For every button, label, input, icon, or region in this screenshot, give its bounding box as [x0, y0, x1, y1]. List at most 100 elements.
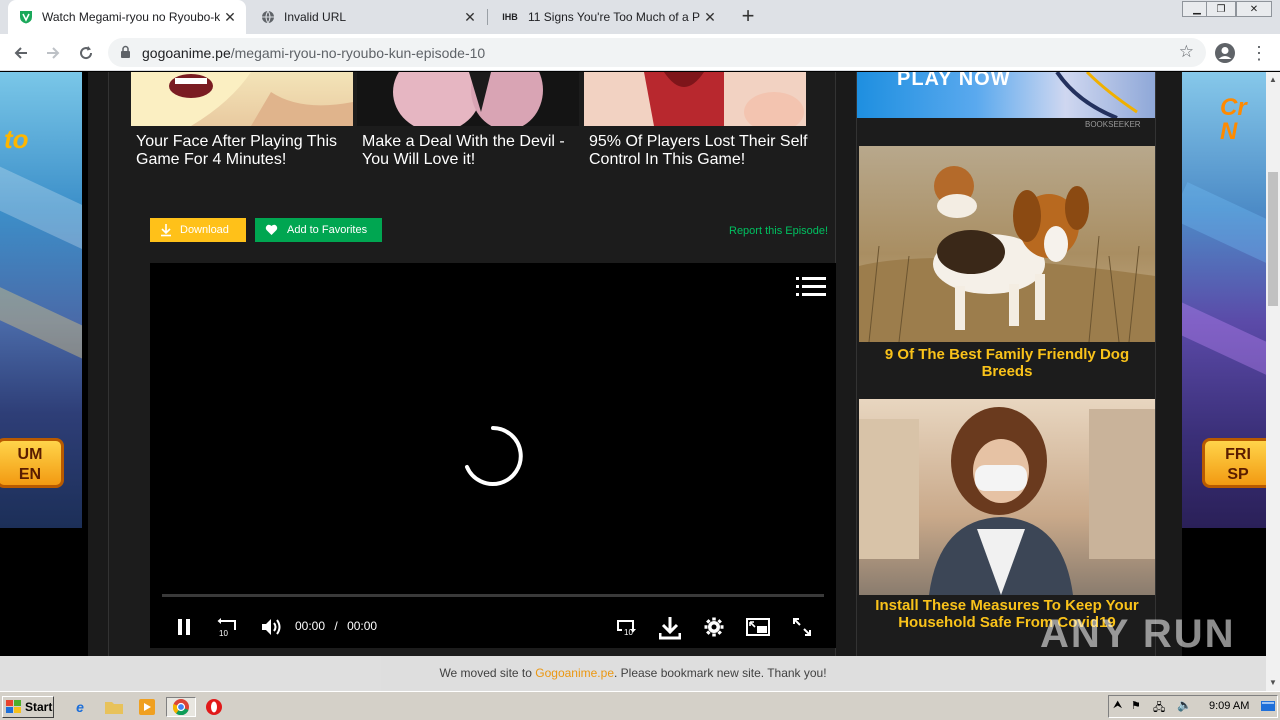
scrollbar-thumb[interactable]	[1268, 172, 1278, 306]
url-domain: gogoanime.pe	[142, 45, 231, 61]
scroll-up-icon[interactable]: ▲	[1269, 75, 1277, 84]
url-text: gogoanime.pe/megami-ryou-no-ryoubo-kun-e…	[142, 45, 485, 61]
restore-window-icon[interactable]: ❐	[1206, 1, 1236, 17]
notice-text: We moved site to Gogoanime.pe. Please bo…	[0, 666, 1266, 680]
speaker-icon[interactable]: 🔈	[1177, 698, 1192, 712]
tab-separator	[487, 9, 488, 25]
fullscreen-icon[interactable]	[790, 615, 814, 639]
ad-logo-text: Cr N	[1220, 94, 1247, 145]
media-player-icon[interactable]	[137, 697, 157, 717]
menu-kebab-icon[interactable]: ⋮	[1246, 40, 1272, 66]
picture-in-picture-icon[interactable]	[746, 615, 770, 639]
globe-icon	[260, 9, 276, 25]
profile-icon[interactable]	[1212, 40, 1238, 66]
time-separator: /	[334, 619, 338, 633]
notice-prefix: We moved site to	[439, 666, 536, 680]
favorites-label: Add to Favorites	[287, 224, 368, 236]
tab-11-signs[interactable]: IHB 11 Signs You're Too Much of a Perfe …	[490, 0, 726, 34]
page-scrollbar[interactable]: ▲ ▼	[1266, 72, 1280, 691]
main-wrapper: Your Face After Playing This Game For 4 …	[88, 72, 1182, 656]
new-tab-button[interactable]: +	[736, 5, 760, 28]
tray-expand-icon[interactable]: ⮝	[1113, 699, 1122, 712]
report-episode-link[interactable]: Report this Episode!	[729, 225, 828, 237]
site-moved-notice: We moved site to Gogoanime.pe. Please bo…	[0, 656, 1266, 691]
promo-image-2[interactable]	[357, 72, 579, 126]
browser-toolbar: gogoanime.pe/megami-ryou-no-ryoubo-kun-e…	[0, 34, 1280, 71]
pause-icon[interactable]	[174, 615, 194, 639]
promo-caption-1[interactable]: Your Face After Playing This Game For 4 …	[136, 133, 358, 169]
video-progress-bar[interactable]	[162, 594, 824, 597]
loading-spinner-icon	[462, 425, 524, 492]
playlist-icon[interactable]	[796, 275, 826, 304]
lock-icon	[120, 45, 131, 64]
close-tab-icon[interactable]: ✕	[220, 9, 240, 26]
heart-icon	[265, 224, 278, 236]
internet-explorer-icon[interactable]: e	[70, 697, 90, 717]
address-bar[interactable]: gogoanime.pe/megami-ryou-no-ryoubo-kun-e…	[108, 38, 1206, 67]
flag-icon[interactable]: ⚑	[1131, 699, 1141, 712]
download-button[interactable]: Download	[150, 218, 246, 242]
browser-tab-strip: Watch Megami-ryou no Ryoubo-kun ✕ Invali…	[0, 0, 1280, 34]
url-path: /megami-ryou-no-ryoubo-kun-episode-10	[230, 45, 486, 61]
masked-woman-photo	[859, 399, 1155, 595]
chrome-taskbar-icon[interactable]	[166, 697, 196, 717]
video-player[interactable]: 10 00:00 / 00:00 10	[150, 263, 836, 648]
close-tab-icon[interactable]: ✕	[700, 9, 720, 26]
reload-icon[interactable]	[73, 40, 99, 66]
ad-logo-text: to	[4, 124, 29, 154]
download-video-icon[interactable]	[658, 615, 682, 641]
tab-invalid-url[interactable]: Invalid URL ✕	[250, 0, 486, 34]
system-tray: ⮝ ⚑ 🖧 🔈 9:09 AM	[1108, 695, 1278, 718]
folder-icon[interactable]	[104, 697, 124, 717]
download-label: Download	[180, 224, 229, 236]
start-button[interactable]: Start	[2, 696, 54, 718]
ad-network-label: BOOKSEEKER	[1085, 120, 1141, 129]
current-time: 00:00	[295, 619, 326, 633]
tab-title: 11 Signs You're Too Much of a Perfe	[528, 10, 700, 24]
card-title[interactable]: 9 Of The Best Family Friendly Dog Breeds	[859, 346, 1155, 380]
promo-caption-3[interactable]: 95% Of Players Lost Their Self Control I…	[589, 133, 811, 169]
network-icon[interactable]: 🖧	[1153, 699, 1165, 718]
show-desktop-icon[interactable]	[1261, 700, 1275, 718]
notice-link[interactable]: Gogoanime.pe	[535, 666, 614, 680]
clock[interactable]: 9:09 AM	[1209, 700, 1249, 712]
forward-arrow-icon[interactable]	[40, 40, 66, 66]
ad-badge: UM EN	[0, 438, 64, 488]
ad-badge: FRI SP	[1202, 438, 1266, 488]
episode-content: Your Face After Playing This Game For 4 …	[108, 72, 836, 656]
left-banner-ad[interactable]: to UM EN	[0, 72, 82, 528]
download-icon	[160, 223, 172, 237]
tab-title: Invalid URL	[284, 10, 347, 24]
svg-text:10: 10	[624, 628, 633, 637]
promo-image-3[interactable]	[584, 72, 806, 126]
gogoanime-shield-icon	[18, 9, 34, 25]
tab-title: Watch Megami-ryou no Ryoubo-kun	[42, 10, 220, 24]
ihb-icon: IHB	[502, 12, 518, 22]
anyrun-watermark: ANY RUN	[1040, 612, 1236, 656]
web-page: to UM EN Cr N FRI SP Your Face After Pla…	[0, 72, 1266, 656]
sidebar: PLAY NOW BOOKSEEKER 9 Of The Best Family…	[856, 72, 1156, 656]
start-label: Start	[25, 700, 53, 714]
svg-text:10: 10	[219, 629, 228, 637]
bookmark-star-icon[interactable]: ☆	[1179, 42, 1194, 62]
opera-icon[interactable]	[204, 697, 224, 717]
windows-logo-icon	[6, 700, 22, 714]
settings-gear-icon[interactable]	[702, 615, 726, 639]
back-arrow-icon[interactable]	[8, 40, 34, 66]
promo-caption-2[interactable]: Make a Deal With the Devil - You Will Lo…	[362, 133, 584, 169]
windows-taskbar: Start e ⮝ ⚑ 🖧 🔈 9:09 AM	[0, 691, 1280, 720]
sidebar-top-ad[interactable]: PLAY NOW	[857, 72, 1155, 118]
dog-photo	[859, 146, 1155, 342]
close-tab-icon[interactable]: ✕	[460, 9, 480, 26]
tab-watch-megami[interactable]: Watch Megami-ryou no Ryoubo-kun ✕	[8, 0, 246, 34]
forward-10-icon[interactable]: 10	[614, 615, 638, 639]
add-to-favorites-button[interactable]: Add to Favorites	[255, 218, 382, 242]
right-banner-ad[interactable]: Cr N FRI SP	[1182, 72, 1266, 528]
rewind-10-icon[interactable]: 10	[216, 615, 240, 639]
duration: 00:00	[347, 619, 378, 633]
volume-icon[interactable]	[260, 615, 284, 639]
time-display: 00:00 / 00:00	[295, 619, 377, 633]
close-window-icon[interactable]: ✕	[1236, 1, 1272, 17]
promo-image-1[interactable]	[131, 72, 353, 126]
scroll-down-icon[interactable]: ▼	[1269, 678, 1277, 687]
